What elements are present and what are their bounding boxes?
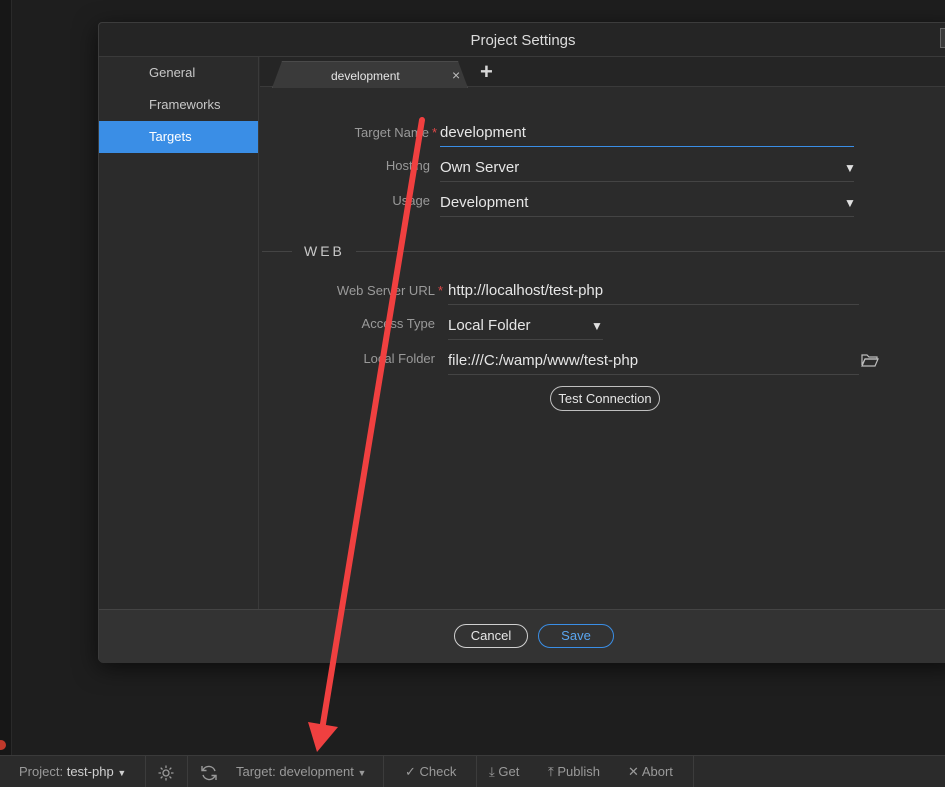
access-type-label: Access Type <box>361 316 435 331</box>
status-divider <box>693 756 694 787</box>
gear-icon[interactable] <box>157 764 175 782</box>
project-settings-dialog: Project Settings ✕ General Frameworks Ta… <box>98 22 945 663</box>
chevron-down-icon: ▼ <box>357 768 367 778</box>
project-label: Project: <box>19 764 64 779</box>
target-name-input[interactable]: development <box>440 124 854 147</box>
target-name-label: Target Name * <box>300 125 437 140</box>
status-divider <box>145 756 146 787</box>
sidebar-item-targets[interactable]: Targets <box>99 121 258 153</box>
tab-close-icon[interactable]: × <box>452 67 460 83</box>
dropdown-caret-icon[interactable]: ▼ <box>844 161 856 175</box>
dialog-header: Project Settings ✕ <box>99 23 945 57</box>
target-selector[interactable]: Target: development ▼ <box>236 756 366 787</box>
app-window: Project Settings ✕ General Frameworks Ta… <box>0 0 945 787</box>
publish-label: Publish <box>557 764 601 779</box>
section-divider <box>356 251 945 252</box>
get-label: Get <box>498 764 520 779</box>
settings-sidebar: General Frameworks Targets <box>99 57 259 609</box>
hosting-label: Hosting <box>385 158 430 173</box>
upload-icon: ⤒ <box>548 764 554 779</box>
local-folder-input[interactable]: file:///C:/wamp/www/test-php <box>448 352 859 375</box>
check-label: Check <box>419 764 457 779</box>
target-label: Target: <box>236 764 276 779</box>
hosting-select[interactable]: Own Server <box>440 159 854 182</box>
required-marker: * <box>437 283 443 298</box>
save-button[interactable]: Save <box>538 624 614 648</box>
status-divider <box>476 756 477 787</box>
section-title-web: WEB <box>304 243 345 259</box>
folder-icon[interactable] <box>861 353 879 367</box>
project-selector[interactable]: Project: test-php ▼ <box>19 756 126 787</box>
download-icon: ⤓ <box>489 764 495 779</box>
usage-label: Usage <box>392 193 430 208</box>
status-bar: Project: test-php ▼ Target: development … <box>0 755 945 787</box>
get-button[interactable]: ⤓ Get <box>489 756 519 787</box>
status-divider <box>187 756 188 787</box>
web-server-url-input[interactable]: http://localhost/test-php <box>448 282 859 305</box>
tab-development[interactable]: development × <box>272 61 468 88</box>
dropdown-caret-icon[interactable]: ▼ <box>844 196 856 210</box>
dialog-title: Project Settings <box>470 32 576 49</box>
abort-icon: ✕ <box>628 764 639 779</box>
publish-button[interactable]: ⤒ Publish <box>548 756 600 787</box>
sidebar-item-general[interactable]: General <box>99 57 258 89</box>
access-type-select[interactable]: Local Folder <box>448 317 603 340</box>
sidebar-item-frameworks[interactable]: Frameworks <box>99 89 258 121</box>
plus-icon[interactable]: + <box>480 59 493 85</box>
close-icon[interactable]: ✕ <box>940 28 945 48</box>
abort-button[interactable]: ✕ Abort <box>628 756 673 787</box>
chevron-down-icon: ▼ <box>117 768 127 778</box>
check-button[interactable]: ✓ Check <box>405 756 456 787</box>
cancel-button[interactable]: Cancel <box>454 624 528 648</box>
target-name-label-text: Target Name <box>354 125 429 140</box>
dialog-footer: Cancel Save <box>99 609 945 663</box>
abort-label: Abort <box>641 764 673 779</box>
targets-panel: development × + Target Name * development… <box>260 57 945 609</box>
web-server-url-label-text: Web Server URL <box>336 283 435 298</box>
dropdown-caret-icon[interactable]: ▼ <box>591 319 603 333</box>
target-tabs: development × + <box>260 57 945 88</box>
required-marker: * <box>431 125 437 140</box>
project-value: test-php <box>66 764 114 779</box>
target-value: development <box>279 764 354 779</box>
left-edge-panel <box>0 0 12 755</box>
local-folder-label: Local Folder <box>363 351 435 366</box>
section-divider <box>262 251 292 252</box>
refresh-icon[interactable] <box>199 763 219 783</box>
web-server-url-label: Web Server URL * <box>300 283 443 298</box>
usage-select[interactable]: Development <box>440 194 854 217</box>
status-divider <box>383 756 384 787</box>
check-icon: ✓ <box>405 764 416 779</box>
tab-label: development <box>331 69 400 83</box>
test-connection-button[interactable]: Test Connection <box>550 386 660 411</box>
